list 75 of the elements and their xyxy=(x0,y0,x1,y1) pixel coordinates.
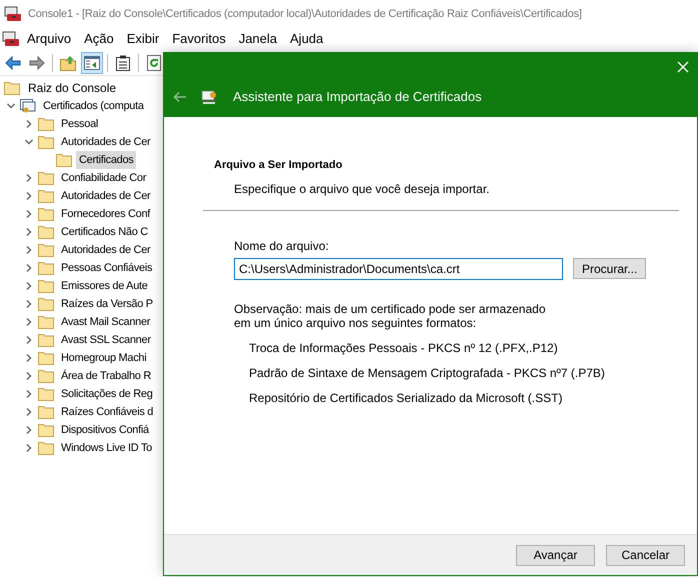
note-text: Observação: mais de um certificado pode ser armazenado em um único arquivo nos seguintes formatos: xyxy=(234,302,546,330)
tree-item[interactable]: Certificados Não C xyxy=(58,223,151,241)
tree-item[interactable]: Pessoal xyxy=(58,115,102,133)
menu-item[interactable]: Ajuda xyxy=(284,29,330,49)
tree-item[interactable]: Certificados (computa xyxy=(40,97,147,115)
close-icon[interactable] xyxy=(677,61,689,73)
tree-item[interactable]: Homegroup Machi xyxy=(58,349,150,367)
folder-icon xyxy=(38,189,54,203)
toolbar-button[interactable] xyxy=(81,52,103,74)
tree-item[interactable]: Solicitações de Reg xyxy=(58,385,156,403)
dialog-title: Assistente para Importação de Certificados xyxy=(233,88,482,106)
folder-icon xyxy=(38,369,54,383)
folder-icon xyxy=(38,423,54,437)
folder-icon xyxy=(38,387,54,401)
folder-icon xyxy=(38,405,54,419)
tree-item[interactable]: Área de Trabalho R xyxy=(58,367,154,385)
console-icon xyxy=(4,6,22,22)
file-name-field[interactable]: C:\Users\Administrador\Documents\ca.crt xyxy=(234,258,563,280)
tree-item[interactable]: Autoridades de Cer xyxy=(58,187,154,205)
tree-item[interactable]: Avast Mail Scanner xyxy=(58,313,154,331)
folder-up-icon xyxy=(60,54,76,70)
tree-item[interactable]: Raiz do Console xyxy=(25,79,120,97)
tree-item[interactable]: Emissores de Aute xyxy=(58,277,151,295)
dialog-button[interactable]: Avançar xyxy=(516,544,595,566)
tree-item[interactable]: Autoridades de Cer xyxy=(58,133,154,151)
tree-item[interactable]: Raízes da Versão P xyxy=(58,295,156,313)
folder-icon xyxy=(4,81,20,95)
folder-icon xyxy=(56,153,72,167)
folder-icon xyxy=(38,135,54,149)
tree-item[interactable]: Autoridades de Cer xyxy=(58,241,154,259)
tree-pane-icon xyxy=(84,56,100,70)
chevron-right-icon[interactable] xyxy=(24,119,34,129)
menu-item[interactable]: Ação xyxy=(78,29,120,49)
tree-item[interactable]: Confiabilidade Cor xyxy=(58,169,150,187)
folder-icon xyxy=(38,333,54,347)
folder-icon xyxy=(38,279,54,293)
forward-arrow-icon xyxy=(29,56,45,70)
back-arrow-icon xyxy=(5,56,21,70)
window-title: Console1 - [Raiz do Console\Certificados (computador local)\Autoridades de Certificação Raiz Confiáveis\Certificados] xyxy=(28,6,582,22)
folder-icon xyxy=(38,207,54,221)
certificate-wizard-icon xyxy=(201,88,219,105)
tree-item[interactable]: Fornecedores Conf xyxy=(58,205,154,223)
tree-item[interactable]: Windows Live ID To xyxy=(58,439,155,457)
tree-item[interactable]: Pessoas Confiáveis xyxy=(58,259,156,277)
folder-icon xyxy=(38,441,54,455)
folder-icon xyxy=(38,315,54,329)
menu-item[interactable]: Favoritos xyxy=(166,29,232,49)
folder-icon xyxy=(38,171,54,185)
tree-item[interactable]: Certificados xyxy=(76,151,136,169)
tree-item[interactable]: Avast SSL Scanner xyxy=(58,331,154,349)
folder-icon xyxy=(38,225,54,239)
chevron-down-icon[interactable] xyxy=(24,137,34,147)
field-label: Nome do arquivo: xyxy=(234,238,330,254)
section-subheading: Especifique o arquivo que você deseja importar. xyxy=(233,180,490,198)
tree-item[interactable]: Raízes Confiáveis d xyxy=(58,403,156,421)
folder-icon xyxy=(38,297,54,311)
dialog-button[interactable]: Cancelar xyxy=(606,544,685,566)
chevron-down-icon[interactable] xyxy=(6,101,16,111)
format-item: Repositório de Certificados Serializado da Microsoft (.SST) xyxy=(248,390,564,404)
section-heading: Arquivo a Ser Importado xyxy=(214,158,344,173)
console-menu-icon xyxy=(2,31,20,47)
tree-item[interactable]: Dispositivos Confiá xyxy=(58,421,152,439)
clipboard-icon xyxy=(116,54,130,70)
folder-icon xyxy=(38,261,54,275)
folder-icon xyxy=(38,243,54,257)
menu-item[interactable]: Exibir xyxy=(120,29,166,49)
browse-button[interactable]: Procurar... xyxy=(573,258,646,279)
refresh-icon xyxy=(147,54,161,70)
certificate-icon xyxy=(20,98,36,114)
menu-item[interactable]: Janela xyxy=(232,29,284,49)
folder-icon xyxy=(38,351,54,365)
menu-item[interactable]: Arquivo xyxy=(21,29,78,49)
folder-icon xyxy=(38,117,54,131)
format-item: Padrão de Sintaxe de Mensagem Criptografada - PKCS nº7 (.P7B) xyxy=(248,366,606,380)
format-item: Troca de Informações Pessoais - PKCS nº 12 (.PFX,.P12) xyxy=(248,340,559,354)
